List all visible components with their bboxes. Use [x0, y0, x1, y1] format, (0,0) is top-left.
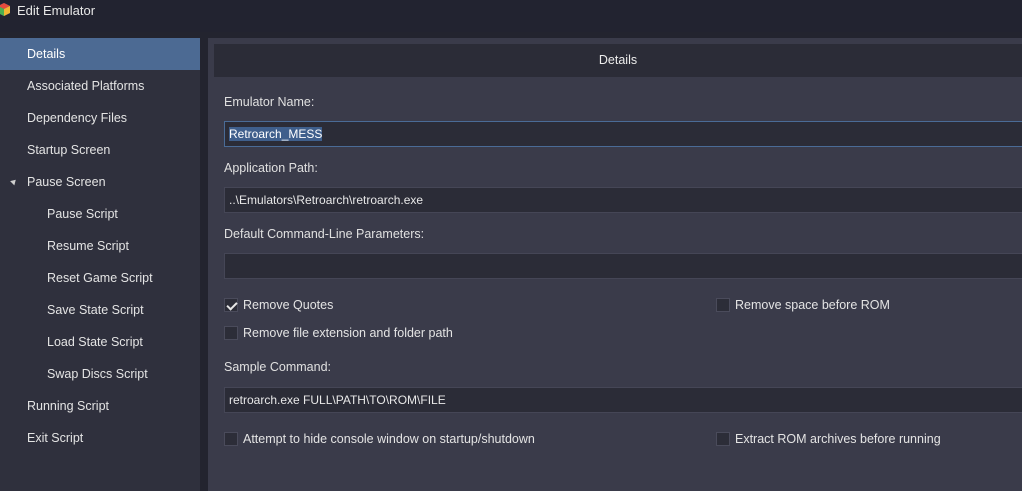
sidebar: Details Associated Platforms Dependency …	[0, 38, 200, 491]
sidebar-item-label: Reset Game Script	[47, 271, 153, 285]
app-icon	[0, 3, 10, 16]
emulator-name-input[interactable]: Retroarch_MESS	[224, 121, 1022, 147]
remove-quotes-label: Remove Quotes	[243, 298, 334, 312]
sidebar-item-reset-game-script[interactable]: Reset Game Script	[0, 262, 200, 294]
hide-console-label: Attempt to hide console window on startu…	[243, 432, 535, 446]
edit-emulator-window: Edit Emulator Details Associated Platfor…	[0, 0, 1022, 491]
sidebar-item-pause-screen[interactable]: Pause Screen	[0, 166, 200, 198]
sidebar-item-label: Save State Script	[47, 303, 144, 317]
default-params-input[interactable]	[224, 253, 1022, 279]
remove-ext-label: Remove file extension and folder path	[243, 326, 453, 340]
sidebar-item-label: Associated Platforms	[27, 79, 145, 93]
section-title: Details	[598, 53, 638, 67]
sidebar-item-label: Dependency Files	[27, 111, 128, 125]
sidebar-item-load-state-script[interactable]: Load State Script	[0, 326, 200, 358]
title-bar: Edit Emulator	[0, 0, 1022, 32]
sample-command-input[interactable]: retroarch.exe FULL\PATH\TO\ROM\FILE	[224, 387, 1022, 413]
sidebar-item-label: Details	[27, 47, 66, 61]
emulator-name-label: Emulator Name:	[224, 95, 315, 109]
application-path-label: Application Path:	[224, 161, 318, 175]
hide-console-checkbox[interactable]	[224, 432, 238, 446]
extract-rom-checkbox[interactable]	[716, 432, 730, 446]
sidebar-item-label: Startup Screen	[27, 143, 111, 157]
sidebar-item-label: Running Script	[27, 399, 109, 413]
extract-rom-label: Extract ROM archives before running	[735, 432, 941, 446]
default-params-label: Default Command-Line Parameters:	[224, 227, 425, 241]
sidebar-item-exit-script[interactable]: Exit Script	[0, 422, 200, 454]
sidebar-item-pause-script[interactable]: Pause Script	[0, 198, 200, 230]
sidebar-item-resume-script[interactable]: Resume Script	[0, 230, 200, 262]
sidebar-item-details[interactable]: Details	[0, 38, 200, 70]
remove-space-label: Remove space before ROM	[735, 298, 890, 312]
remove-space-checkbox[interactable]	[716, 298, 730, 312]
sidebar-item-save-state-script[interactable]: Save State Script	[0, 294, 200, 326]
application-path-value: ..\Emulators\Retroarch\retroarch.exe	[229, 193, 424, 207]
sidebar-item-running-script[interactable]: Running Script	[0, 390, 200, 422]
emulator-name-value: Retroarch_MESS	[229, 127, 323, 141]
sidebar-item-swap-discs-script[interactable]: Swap Discs Script	[0, 358, 200, 390]
remove-quotes-checkbox[interactable]	[224, 298, 238, 312]
sidebar-item-associated-platforms[interactable]: Associated Platforms	[0, 70, 200, 102]
sidebar-item-label: Exit Script	[27, 431, 84, 445]
panel-splitter[interactable]	[200, 38, 208, 491]
details-panel: Details Emulator Name: Retroarch_MESS Ap…	[208, 38, 1022, 491]
sidebar-item-startup-screen[interactable]: Startup Screen	[0, 134, 200, 166]
sidebar-item-label: Pause Script	[47, 207, 118, 221]
sidebar-item-dependency-files[interactable]: Dependency Files	[0, 102, 200, 134]
window-title: Edit Emulator	[17, 3, 96, 18]
sample-command-label: Sample Command:	[224, 360, 331, 374]
sample-command-value: retroarch.exe FULL\PATH\TO\ROM\FILE	[229, 393, 446, 407]
sidebar-item-label: Pause Screen	[27, 175, 106, 189]
sidebar-item-label: Resume Script	[47, 239, 129, 253]
section-header: Details	[214, 44, 1022, 77]
expand-arrow-icon[interactable]	[10, 177, 18, 186]
sidebar-item-label: Swap Discs Script	[47, 367, 148, 381]
remove-ext-checkbox[interactable]	[224, 326, 238, 340]
sidebar-item-label: Load State Script	[47, 335, 143, 349]
application-path-input[interactable]: ..\Emulators\Retroarch\retroarch.exe	[224, 187, 1022, 213]
